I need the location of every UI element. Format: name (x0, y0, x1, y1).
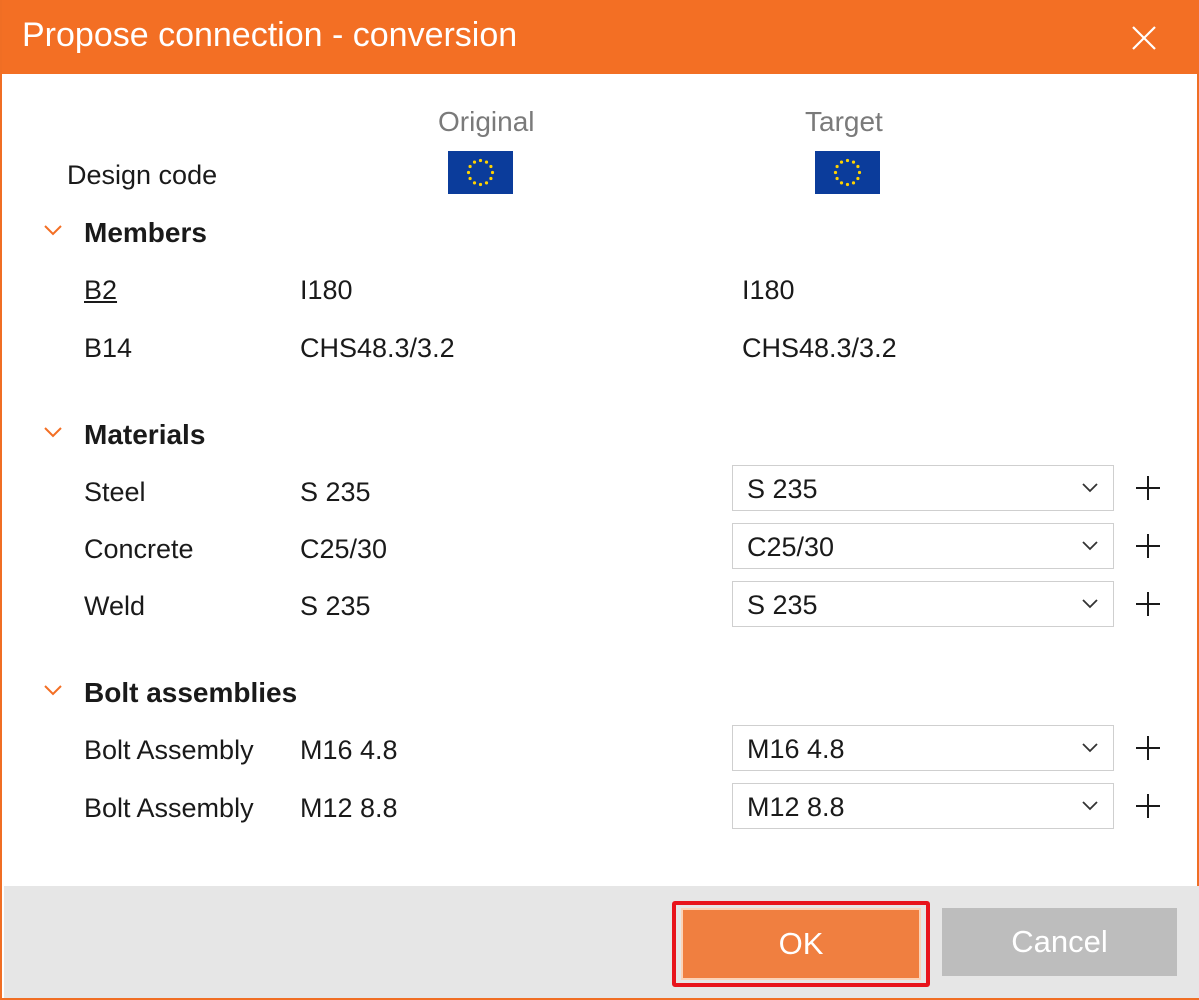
add-bolt-assembly-plus-icon[interactable] (1133, 733, 1163, 763)
member-name-link[interactable]: B2 (84, 275, 117, 306)
material-name: Steel (84, 477, 146, 507)
dropdown-value: M16 4.8 (747, 734, 845, 764)
cancel-button[interactable]: Cancel (942, 908, 1177, 976)
material-target-dropdown[interactable]: S 235 (732, 581, 1114, 627)
member-target-section: CHS48.3/3.2 (742, 333, 897, 363)
material-name: Concrete (84, 534, 194, 564)
chevron-down-icon (44, 225, 62, 236)
column-header-original: Original (438, 106, 535, 137)
dropdown-value: C25/30 (747, 532, 835, 562)
close-icon (1132, 26, 1156, 50)
chevron-down-icon (1082, 743, 1098, 753)
add-material-plus-icon[interactable] (1133, 531, 1163, 561)
bolt-assembly-name: Bolt Assembly (84, 793, 254, 823)
chevron-down-icon (1082, 801, 1098, 811)
members-header-label: Members (84, 217, 207, 248)
chevron-down-icon (44, 685, 62, 696)
member-original-section: CHS48.3/3.2 (300, 333, 455, 363)
design-code-label: Design code (67, 160, 218, 190)
material-target-dropdown[interactable]: S 235 (732, 465, 1114, 511)
add-material-plus-icon[interactable] (1133, 589, 1163, 619)
chevron-down-icon (1082, 541, 1098, 551)
bolt-assembly-target-dropdown[interactable]: M16 4.8 (732, 725, 1114, 771)
column-header-target: Target (805, 106, 883, 137)
title-bar: Propose connection - conversion (2, 0, 1199, 74)
chevron-down-icon (1082, 599, 1098, 609)
dropdown-value: M12 8.8 (747, 792, 845, 822)
ok-button[interactable]: OK (681, 908, 921, 980)
dialog-title: Propose connection - conversion (22, 16, 518, 54)
chevron-down-icon (1082, 483, 1098, 493)
dropdown-value: S 235 (747, 590, 818, 620)
bolt-assembly-name: Bolt Assembly (84, 735, 254, 765)
member-name: B14 (84, 333, 133, 363)
add-material-plus-icon[interactable] (1133, 473, 1163, 503)
bolt-assembly-original: M16 4.8 (300, 735, 398, 765)
propose-connection-dialog: Propose connection - conversion Original… (0, 0, 1199, 1000)
material-target-dropdown[interactable]: C25/30 (732, 523, 1114, 569)
bolt-assembly-original: M12 8.8 (300, 793, 398, 823)
add-bolt-assembly-plus-icon[interactable] (1133, 791, 1163, 821)
chevron-down-icon (44, 427, 62, 438)
close-button[interactable] (1124, 18, 1164, 58)
bolt-assemblies-header-label: Bolt assemblies (84, 677, 298, 708)
member-target-section: I180 (742, 275, 795, 305)
dropdown-value: S 235 (747, 474, 818, 504)
bolt-assembly-target-dropdown[interactable]: M12 8.8 (732, 783, 1114, 829)
material-name: Weld (84, 591, 146, 621)
member-original-section: I180 (300, 275, 353, 305)
eu-flag-icon-original (448, 151, 513, 194)
eu-flag-icon-target (815, 151, 880, 194)
material-original: C25/30 (300, 534, 388, 564)
material-original: S 235 (300, 477, 371, 507)
material-original: S 235 (300, 591, 371, 621)
materials-header-label: Materials (84, 419, 206, 450)
